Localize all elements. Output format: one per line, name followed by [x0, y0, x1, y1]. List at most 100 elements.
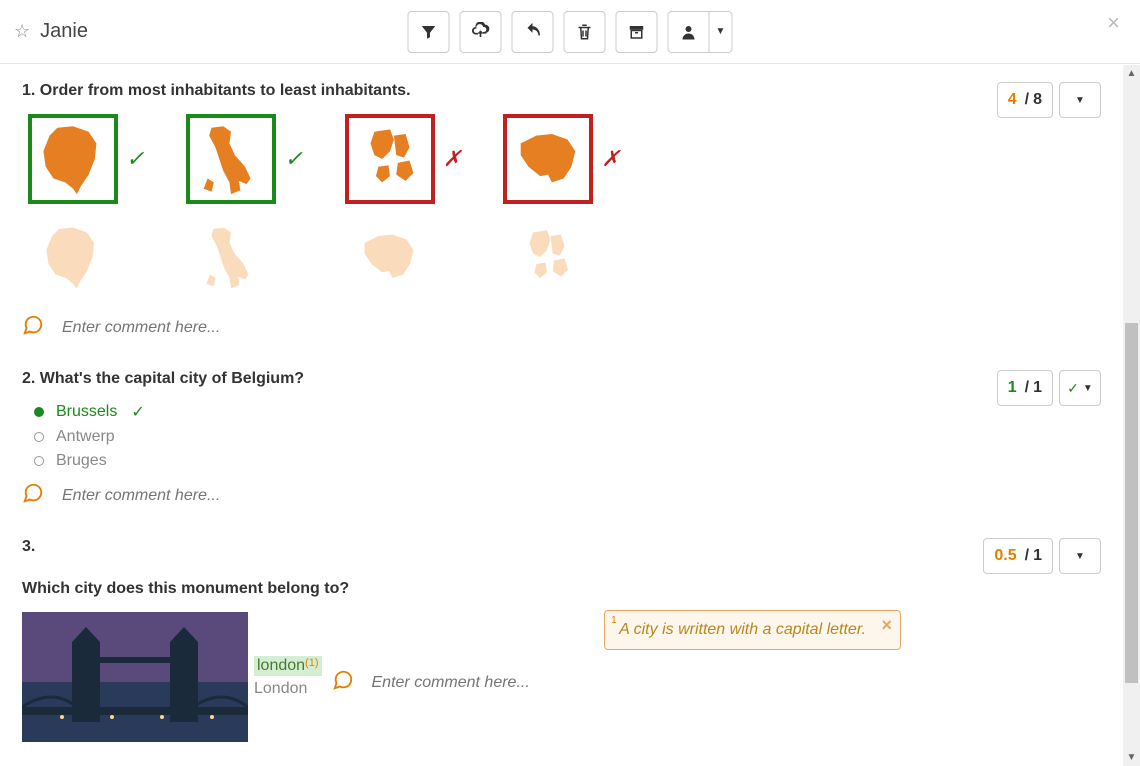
score-earned: 1	[1008, 379, 1017, 397]
score-total: 1	[1033, 379, 1042, 397]
comment-row	[22, 482, 1101, 510]
student-answer-text: london	[257, 657, 305, 675]
answer-column: london(1) London	[254, 656, 322, 698]
monument-image	[22, 612, 248, 742]
download-button[interactable]	[460, 11, 502, 53]
tower-bridge-icon	[22, 612, 248, 742]
question-text: Order from most inhabitants to least inh…	[40, 82, 411, 99]
score-display[interactable]: 1 / 1	[997, 370, 1053, 406]
denmark-shape	[512, 222, 582, 292]
country-france-faded	[28, 212, 118, 302]
score-total: 8	[1033, 91, 1042, 109]
annotation-reference: (1)	[305, 657, 318, 669]
speech-bubble-icon	[22, 482, 44, 504]
correct-item-france	[28, 212, 144, 302]
check-mark-icon: ✓	[284, 146, 302, 172]
answer-item-belgium: ✗	[503, 114, 619, 204]
correct-answer: London	[254, 680, 322, 698]
undo-icon	[523, 22, 543, 42]
q3-body: london(1) London	[22, 612, 1101, 742]
question-1: 1. Order from most inhabitants to least …	[22, 82, 1101, 342]
annotation-close-icon[interactable]: ×	[881, 615, 892, 636]
france-shape	[34, 120, 112, 198]
question-subtitle: Which city does this monument belong to?	[22, 580, 1101, 598]
question-title: 2. What's the capital city of Belgium?	[22, 370, 1101, 388]
student-answer[interactable]: london(1)	[254, 656, 322, 676]
comment-row-inline	[332, 669, 772, 697]
question-text: What's the capital city of Belgium?	[40, 370, 304, 387]
annotation-box: 1 A city is written with a capital lette…	[604, 610, 901, 650]
question-title: 1. Order from most inhabitants to least …	[22, 82, 1101, 100]
option-bruges[interactable]: Bruges	[34, 452, 1101, 470]
annotation-text: A city is written with a capital letter.	[619, 621, 866, 638]
user-button[interactable]	[668, 11, 710, 53]
scrollbar-thumb[interactable]	[1125, 323, 1138, 683]
score-separator: /	[1025, 547, 1029, 565]
score-dropdown[interactable]: ▼	[1059, 538, 1101, 574]
comment-row	[22, 314, 1101, 342]
star-icon[interactable]: ☆	[14, 21, 30, 42]
scrollbar[interactable]: ▲ ▼	[1123, 65, 1140, 766]
belgium-shape	[509, 120, 587, 198]
cloud-download-icon	[471, 22, 491, 42]
comment-input[interactable]	[62, 319, 462, 337]
x-mark-icon: ✗	[443, 146, 461, 172]
comment-icon[interactable]	[22, 314, 44, 342]
check-mark-icon: ✓	[126, 146, 144, 172]
check-mark-icon: ✓	[1067, 380, 1079, 397]
comment-input[interactable]	[62, 487, 462, 505]
italy-shape	[196, 222, 266, 292]
country-belgium-faded	[344, 212, 434, 302]
score-dropdown[interactable]: ▼	[1059, 82, 1101, 118]
correct-item-belgium	[344, 212, 460, 302]
student-name: Janie	[40, 20, 88, 43]
belgium-shape	[354, 222, 424, 292]
score-display[interactable]: 4 / 8	[997, 82, 1053, 118]
question-number: 3.	[22, 538, 35, 555]
score-display[interactable]: 0.5 / 1	[983, 538, 1053, 574]
denmark-shape	[351, 120, 429, 198]
country-italy-faded	[186, 212, 276, 302]
user-icon	[680, 23, 698, 41]
radio-unselected-icon	[34, 456, 44, 466]
answer-item-france: ✓	[28, 114, 144, 204]
score-earned: 4	[1008, 91, 1017, 109]
scrollbar-down-icon[interactable]: ▼	[1123, 749, 1140, 766]
comment-icon[interactable]	[22, 482, 44, 510]
trash-icon	[576, 23, 594, 41]
country-belgium[interactable]	[503, 114, 593, 204]
country-denmark[interactable]	[345, 114, 435, 204]
undo-button[interactable]	[512, 11, 554, 53]
france-shape	[38, 222, 108, 292]
score-dropdown[interactable]: ✓ ▼	[1059, 370, 1101, 406]
option-antwerp[interactable]: Antwerp	[34, 428, 1101, 446]
score-box: 1 / 1 ✓ ▼	[997, 370, 1101, 406]
option-brussels[interactable]: Brussels ✓	[34, 402, 1101, 422]
score-box: 4 / 8 ▼	[997, 82, 1101, 118]
delete-button[interactable]	[564, 11, 606, 53]
option-label: Bruges	[56, 452, 107, 470]
user-dropdown-button[interactable]: ▼	[709, 11, 733, 53]
correct-item-italy	[186, 212, 302, 302]
score-box: 0.5 / 1 ▼	[983, 538, 1101, 574]
archive-icon	[628, 23, 646, 41]
filter-button[interactable]	[408, 11, 450, 53]
question-text: Which city does this monument belong to?	[22, 580, 349, 597]
question-number: 1.	[22, 82, 35, 99]
comment-input[interactable]	[372, 674, 772, 692]
toolbar: ▼	[408, 11, 733, 53]
student-answer-row: ✓ ✓ ✗ ✗	[28, 114, 1101, 204]
content-area: 1. Order from most inhabitants to least …	[0, 64, 1123, 766]
country-denmark-faded	[502, 212, 592, 302]
archive-button[interactable]	[616, 11, 658, 53]
mc-options: Brussels ✓ Antwerp Bruges	[34, 402, 1101, 470]
radio-selected-icon	[34, 407, 44, 417]
country-italy[interactable]	[186, 114, 276, 204]
score-total: 1	[1033, 547, 1042, 565]
close-icon[interactable]: ×	[1107, 10, 1120, 36]
country-france[interactable]	[28, 114, 118, 204]
speech-bubble-icon	[22, 314, 44, 336]
comment-icon[interactable]	[332, 669, 354, 697]
correct-item-denmark	[502, 212, 618, 302]
scrollbar-up-icon[interactable]: ▲	[1123, 65, 1140, 82]
